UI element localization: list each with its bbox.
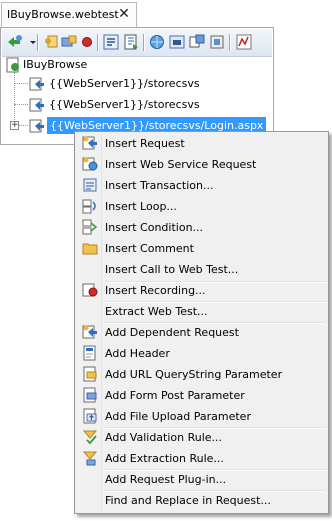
set-plugin-icon[interactable] <box>208 33 226 51</box>
menu-item-insert-request[interactable]: Insert Request <box>77 133 326 154</box>
toolbar-separator <box>97 34 99 51</box>
request-icon <box>29 76 45 92</box>
toolbar-separator <box>229 34 231 51</box>
webtest-editor-panel: IBuyBrowse {{WebServer1}}/storecsvs {{We… <box>0 27 274 145</box>
menu-item-label: Insert Comment <box>105 242 194 255</box>
web-server-icon[interactable] <box>148 33 166 51</box>
document-tabstrip: IBuyBrowse.webtest ✕ <box>0 0 332 28</box>
menu-item-label: Add Extraction Rule... <box>105 452 224 465</box>
form-post-icon <box>82 387 98 403</box>
menu-item-insert-condition[interactable]: Insert Condition... <box>77 217 326 238</box>
tree-root-ibuybrowse[interactable]: IBuyBrowse <box>1 56 161 74</box>
menu-item-label: Insert Condition... <box>105 221 204 234</box>
menu-item-label: Add Dependent Request <box>105 326 239 339</box>
menu-item-add-url-querystring-parameter[interactable]: Add URL QueryString Parameter <box>77 364 326 385</box>
dependent-request-icon <box>82 324 98 340</box>
close-icon[interactable]: ✕ <box>116 6 132 22</box>
menu-item-label: Add Validation Rule... <box>105 431 223 444</box>
menu-item-label: Insert Recording... <box>105 284 206 297</box>
menu-item-add-header[interactable]: Add Header <box>77 343 326 364</box>
tree-item-label: {{WebServer1}}/storecsvs <box>49 98 200 111</box>
tab-title: IBuyBrowse.webtest <box>7 8 119 21</box>
context-params-icon[interactable] <box>168 33 186 51</box>
insert-web-service-icon <box>82 156 98 172</box>
context-menu: Insert Request Insert Web Service Reques… <box>74 131 329 514</box>
tree-item-request[interactable]: {{WebServer1}}/storecsvs <box>25 75 225 93</box>
menu-item-add-validation-rule[interactable]: Add Validation Rule... <box>77 427 326 448</box>
file-upload-icon <box>82 408 98 424</box>
menu-item-add-request-plug-in[interactable]: Add Request Plug-in... <box>77 469 326 490</box>
menu-item-insert-call-to-web-test[interactable]: Insert Call to Web Test... <box>77 259 326 280</box>
insert-request-icon <box>82 135 98 151</box>
folder-icon <box>82 240 98 256</box>
menu-item-add-extraction-rule[interactable]: Add Extraction Rule... <box>77 448 326 469</box>
menu-item-insert-recording[interactable]: Insert Recording... <box>77 280 326 301</box>
credentials-icon[interactable] <box>42 33 60 51</box>
request-icon <box>29 97 45 113</box>
menu-item-label: Insert Call to Web Test... <box>105 263 239 276</box>
webtest-icon <box>5 57 21 73</box>
menu-item-add-form-post-parameter[interactable]: Add Form Post Parameter <box>77 385 326 406</box>
dropdown-arrow-icon[interactable] <box>24 33 36 51</box>
menu-item-label: Add Request Plug-in... <box>105 473 227 486</box>
insert-transaction-icon[interactable] <box>102 33 120 51</box>
extraction-rule-icon <box>82 450 98 466</box>
extract-icon[interactable] <box>188 33 206 51</box>
webtest-toolbar <box>2 29 272 57</box>
menu-item-label: Add Header <box>105 347 170 360</box>
menu-item-label: Insert Transaction... <box>105 179 214 192</box>
toolbar-separator <box>143 34 145 51</box>
tree-item-request[interactable]: {{WebServer1}}/storecsvs <box>25 96 225 114</box>
tree-item-label: {{WebServer1}}/storecsvs <box>49 77 200 90</box>
menu-item-label: Add URL QueryString Parameter <box>105 368 283 381</box>
menu-item-label: Add Form Post Parameter <box>105 389 245 402</box>
perf-session-icon[interactable] <box>235 33 253 51</box>
menu-item-insert-web-service-request[interactable]: Insert Web Service Request <box>77 154 326 175</box>
querystring-icon <box>82 366 98 382</box>
insert-transaction-icon <box>82 177 98 193</box>
menu-item-label: Extract Web Test... <box>105 305 208 318</box>
menu-item-add-file-upload-parameter[interactable]: Add File Upload Parameter <box>77 406 326 427</box>
header-icon <box>82 345 98 361</box>
parameterize-icon[interactable] <box>60 33 78 51</box>
menu-item-label: Insert Loop... <box>105 200 177 213</box>
menu-item-insert-loop[interactable]: Insert Loop... <box>77 196 326 217</box>
menu-item-label: Find and Replace in Request... <box>105 494 271 507</box>
request-icon <box>29 118 45 134</box>
generate-code-icon[interactable] <box>122 33 140 51</box>
insert-condition-icon <box>82 219 98 235</box>
menu-item-extract-web-test[interactable]: Extract Web Test... <box>77 301 326 322</box>
menu-item-find-and-replace-in-request[interactable]: Find and Replace in Request... <box>77 490 326 511</box>
menu-item-insert-comment[interactable]: Insert Comment <box>77 238 326 259</box>
tree-expander[interactable]: + <box>10 121 19 130</box>
insert-loop-icon <box>82 198 98 214</box>
record-icon[interactable] <box>78 33 96 51</box>
tab-ibuybrowse-webtest[interactable]: IBuyBrowse.webtest ✕ <box>1 2 137 27</box>
menu-item-label: Add File Upload Parameter <box>105 410 251 423</box>
validation-rule-icon <box>82 429 98 445</box>
insert-recording-icon <box>82 282 98 298</box>
toolbar-separator <box>37 34 39 51</box>
menu-item-add-dependent-request[interactable]: Add Dependent Request <box>77 322 326 343</box>
tree-root-label: IBuyBrowse <box>23 58 88 71</box>
menu-item-label: Insert Request <box>105 137 185 150</box>
menu-item-label: Insert Web Service Request <box>105 158 257 171</box>
add-request-icon[interactable] <box>6 33 24 51</box>
menu-item-insert-transaction[interactable]: Insert Transaction... <box>77 175 326 196</box>
